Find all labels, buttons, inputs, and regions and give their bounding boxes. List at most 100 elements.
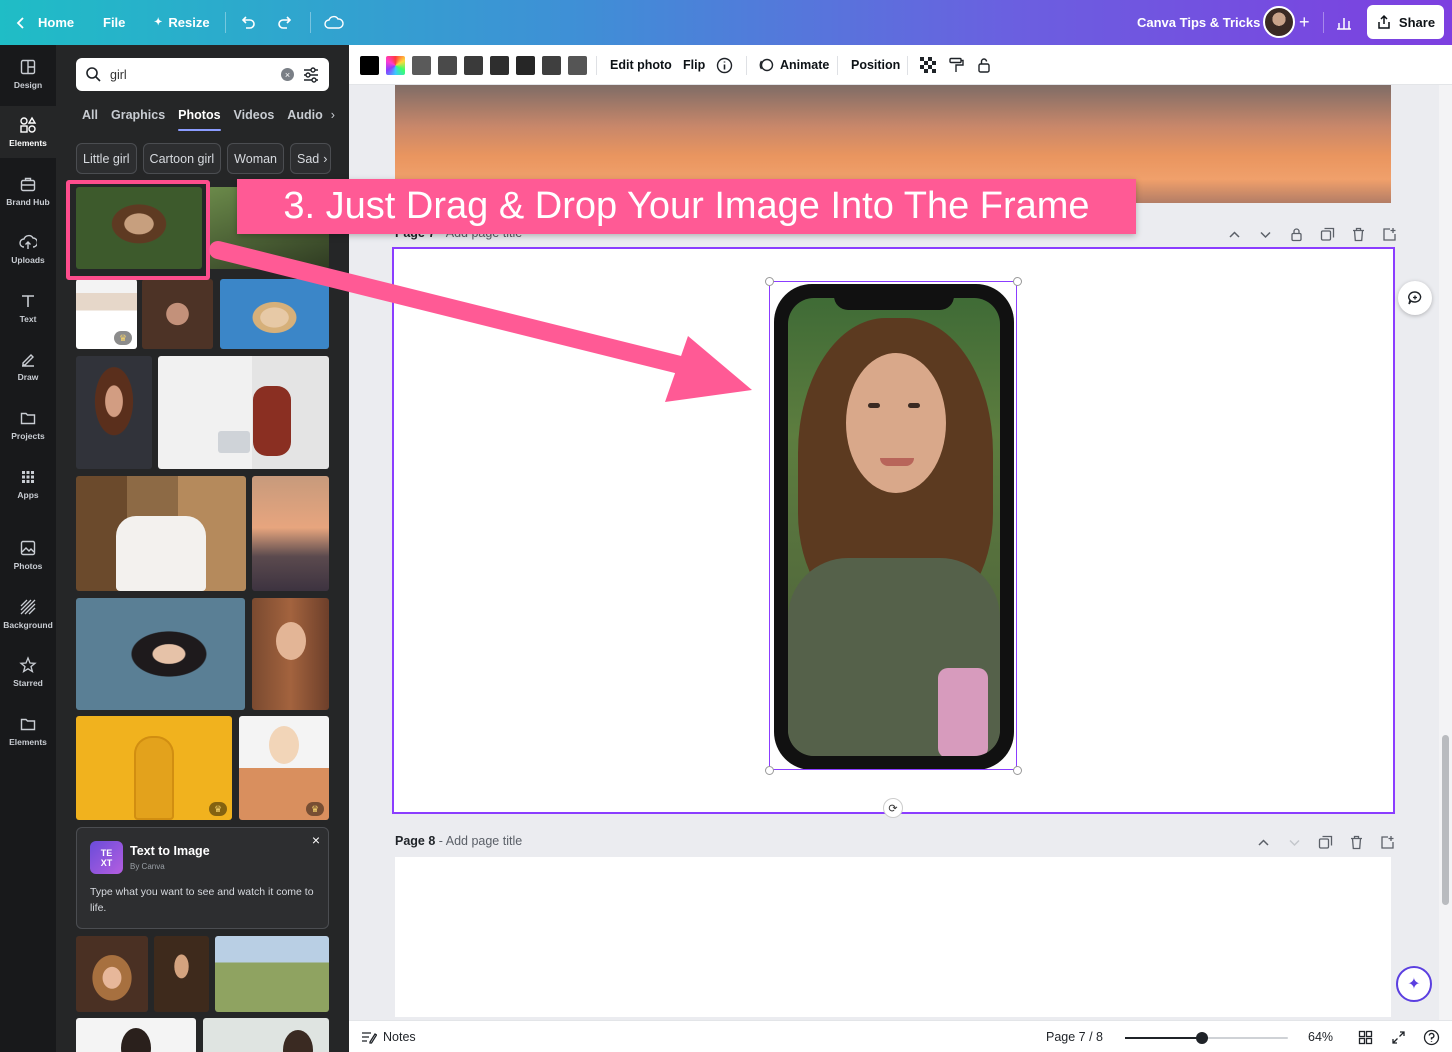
chip-cartoon-girl[interactable]: Cartoon girl — [142, 143, 222, 174]
resize-button[interactable]: ✦ Resize — [154, 0, 210, 45]
rail-item-folder-elements[interactable]: Elements — [0, 705, 56, 757]
notes-button[interactable]: Notes — [361, 1021, 416, 1052]
resize-handle[interactable] — [765, 766, 774, 775]
trash-icon[interactable] — [1351, 227, 1366, 242]
home-button[interactable]: Home — [14, 0, 74, 45]
color-swatch[interactable] — [360, 56, 379, 75]
duplicate-icon[interactable] — [1320, 227, 1335, 242]
add-comment-button[interactable] — [1398, 281, 1432, 315]
lock-icon[interactable] — [1289, 227, 1304, 242]
page-8-label[interactable]: Page 8 - Add page title — [395, 834, 522, 848]
info-button[interactable] — [716, 45, 733, 85]
rail-item-projects[interactable]: Projects — [0, 399, 56, 451]
duplicate-icon[interactable] — [1318, 835, 1333, 850]
rail-item-apps[interactable]: Apps — [0, 458, 56, 510]
chip-little-girl[interactable]: Little girl — [76, 143, 137, 174]
flip-button[interactable]: Flip — [683, 45, 705, 85]
color-swatch[interactable] — [516, 56, 535, 75]
chevron-down-icon[interactable] — [1258, 227, 1273, 242]
tab-photos[interactable]: Photos — [178, 101, 221, 131]
share-button[interactable]: Share — [1367, 5, 1444, 39]
photo-result[interactable] — [252, 598, 329, 710]
search-input[interactable] — [110, 67, 273, 82]
redo-button[interactable] — [276, 0, 294, 45]
insights-button[interactable] — [1336, 0, 1352, 45]
rail-item-draw[interactable]: Draw — [0, 340, 56, 392]
lock-button[interactable] — [976, 45, 992, 85]
chevron-right-icon[interactable]: › — [331, 101, 335, 129]
resize-handle[interactable] — [765, 277, 774, 286]
vertical-scrollbar[interactable] — [1439, 85, 1452, 1020]
edit-photo-button[interactable]: Edit photo — [610, 45, 672, 85]
photo-result[interactable] — [220, 279, 329, 349]
trash-icon[interactable] — [1349, 835, 1364, 850]
tab-videos[interactable]: Videos — [234, 101, 275, 129]
color-swatch-rainbow[interactable] — [386, 56, 405, 75]
chevron-up-icon[interactable] — [1227, 227, 1242, 242]
chevron-down-icon[interactable] — [1287, 835, 1302, 850]
magic-assistant-button[interactable]: ✦ — [1396, 966, 1432, 1002]
transparency-button[interactable] — [920, 45, 936, 85]
photo-result[interactable] — [76, 936, 148, 1012]
undo-button[interactable] — [239, 0, 257, 45]
color-swatch[interactable] — [412, 56, 431, 75]
rail-item-design[interactable]: Design — [0, 48, 56, 100]
zoom-slider-handle[interactable] — [1195, 1032, 1208, 1044]
chevron-up-icon[interactable] — [1256, 835, 1271, 850]
filter-icon[interactable] — [302, 66, 320, 83]
tab-audio[interactable]: Audio — [287, 101, 322, 129]
rail-item-background[interactable]: Background — [0, 588, 56, 640]
page-indicator[interactable]: Page 7 / 8 — [1046, 1021, 1103, 1052]
rail-item-photos[interactable]: Photos — [0, 529, 56, 581]
add-page-icon[interactable] — [1380, 835, 1395, 850]
tab-graphics[interactable]: Graphics — [111, 101, 165, 129]
photo-result[interactable]: ♛ — [239, 716, 329, 820]
color-swatch[interactable] — [464, 56, 483, 75]
photo-result[interactable] — [76, 356, 152, 469]
photo-result[interactable] — [76, 1018, 196, 1052]
add-member-button[interactable]: + — [1299, 0, 1310, 45]
tab-all[interactable]: All — [82, 101, 98, 129]
photo-result[interactable] — [76, 476, 246, 591]
photo-result[interactable] — [215, 936, 329, 1012]
rotate-handle[interactable]: ⟳ — [883, 798, 903, 818]
color-swatch[interactable] — [568, 56, 587, 75]
photo-result[interactable] — [154, 936, 209, 1012]
animate-button[interactable]: Animate — [758, 45, 829, 85]
help-button[interactable] — [1423, 1021, 1440, 1052]
zoom-level[interactable]: 64% — [1308, 1021, 1333, 1052]
grid-view-button[interactable] — [1358, 1021, 1373, 1052]
text-to-image-card[interactable]: TE XT Text to Image By Canva Type what yo… — [76, 827, 329, 929]
fullscreen-button[interactable] — [1391, 1021, 1406, 1052]
clear-icon[interactable]: × — [281, 68, 294, 81]
page-8[interactable] — [395, 857, 1391, 1017]
photo-result[interactable] — [158, 356, 329, 469]
color-swatch[interactable] — [542, 56, 561, 75]
resize-handle[interactable] — [1013, 277, 1022, 286]
rail-item-uploads[interactable]: Uploads — [0, 223, 56, 275]
color-swatch[interactable] — [438, 56, 457, 75]
chip-sad[interactable]: Sad › — [290, 143, 332, 174]
photo-result[interactable]: ♛ — [76, 716, 232, 820]
photo-result[interactable] — [142, 279, 213, 349]
avatar[interactable] — [1263, 6, 1295, 38]
zoom-slider[interactable] — [1125, 1032, 1288, 1044]
chip-woman[interactable]: Woman — [227, 143, 285, 174]
rail-item-starred[interactable]: Starred — [0, 646, 56, 698]
add-page-icon[interactable] — [1382, 227, 1397, 242]
photo-result[interactable]: ♛ — [76, 279, 137, 349]
scrollbar-thumb[interactable] — [1442, 735, 1449, 905]
close-icon[interactable]: × — [312, 832, 320, 848]
photo-result[interactable] — [76, 598, 245, 710]
position-button[interactable]: Position — [851, 45, 900, 85]
color-swatch[interactable] — [490, 56, 509, 75]
rail-item-brand-hub[interactable]: Brand Hub — [0, 165, 56, 217]
photo-result[interactable] — [203, 1018, 329, 1052]
cloud-save-button[interactable] — [324, 0, 344, 45]
photo-result[interactable] — [252, 476, 329, 591]
file-menu[interactable]: File — [103, 0, 125, 45]
resize-handle[interactable] — [1013, 766, 1022, 775]
rail-item-text[interactable]: Text — [0, 282, 56, 334]
copy-style-button[interactable] — [948, 45, 964, 85]
rail-item-elements[interactable]: Elements — [0, 106, 56, 158]
